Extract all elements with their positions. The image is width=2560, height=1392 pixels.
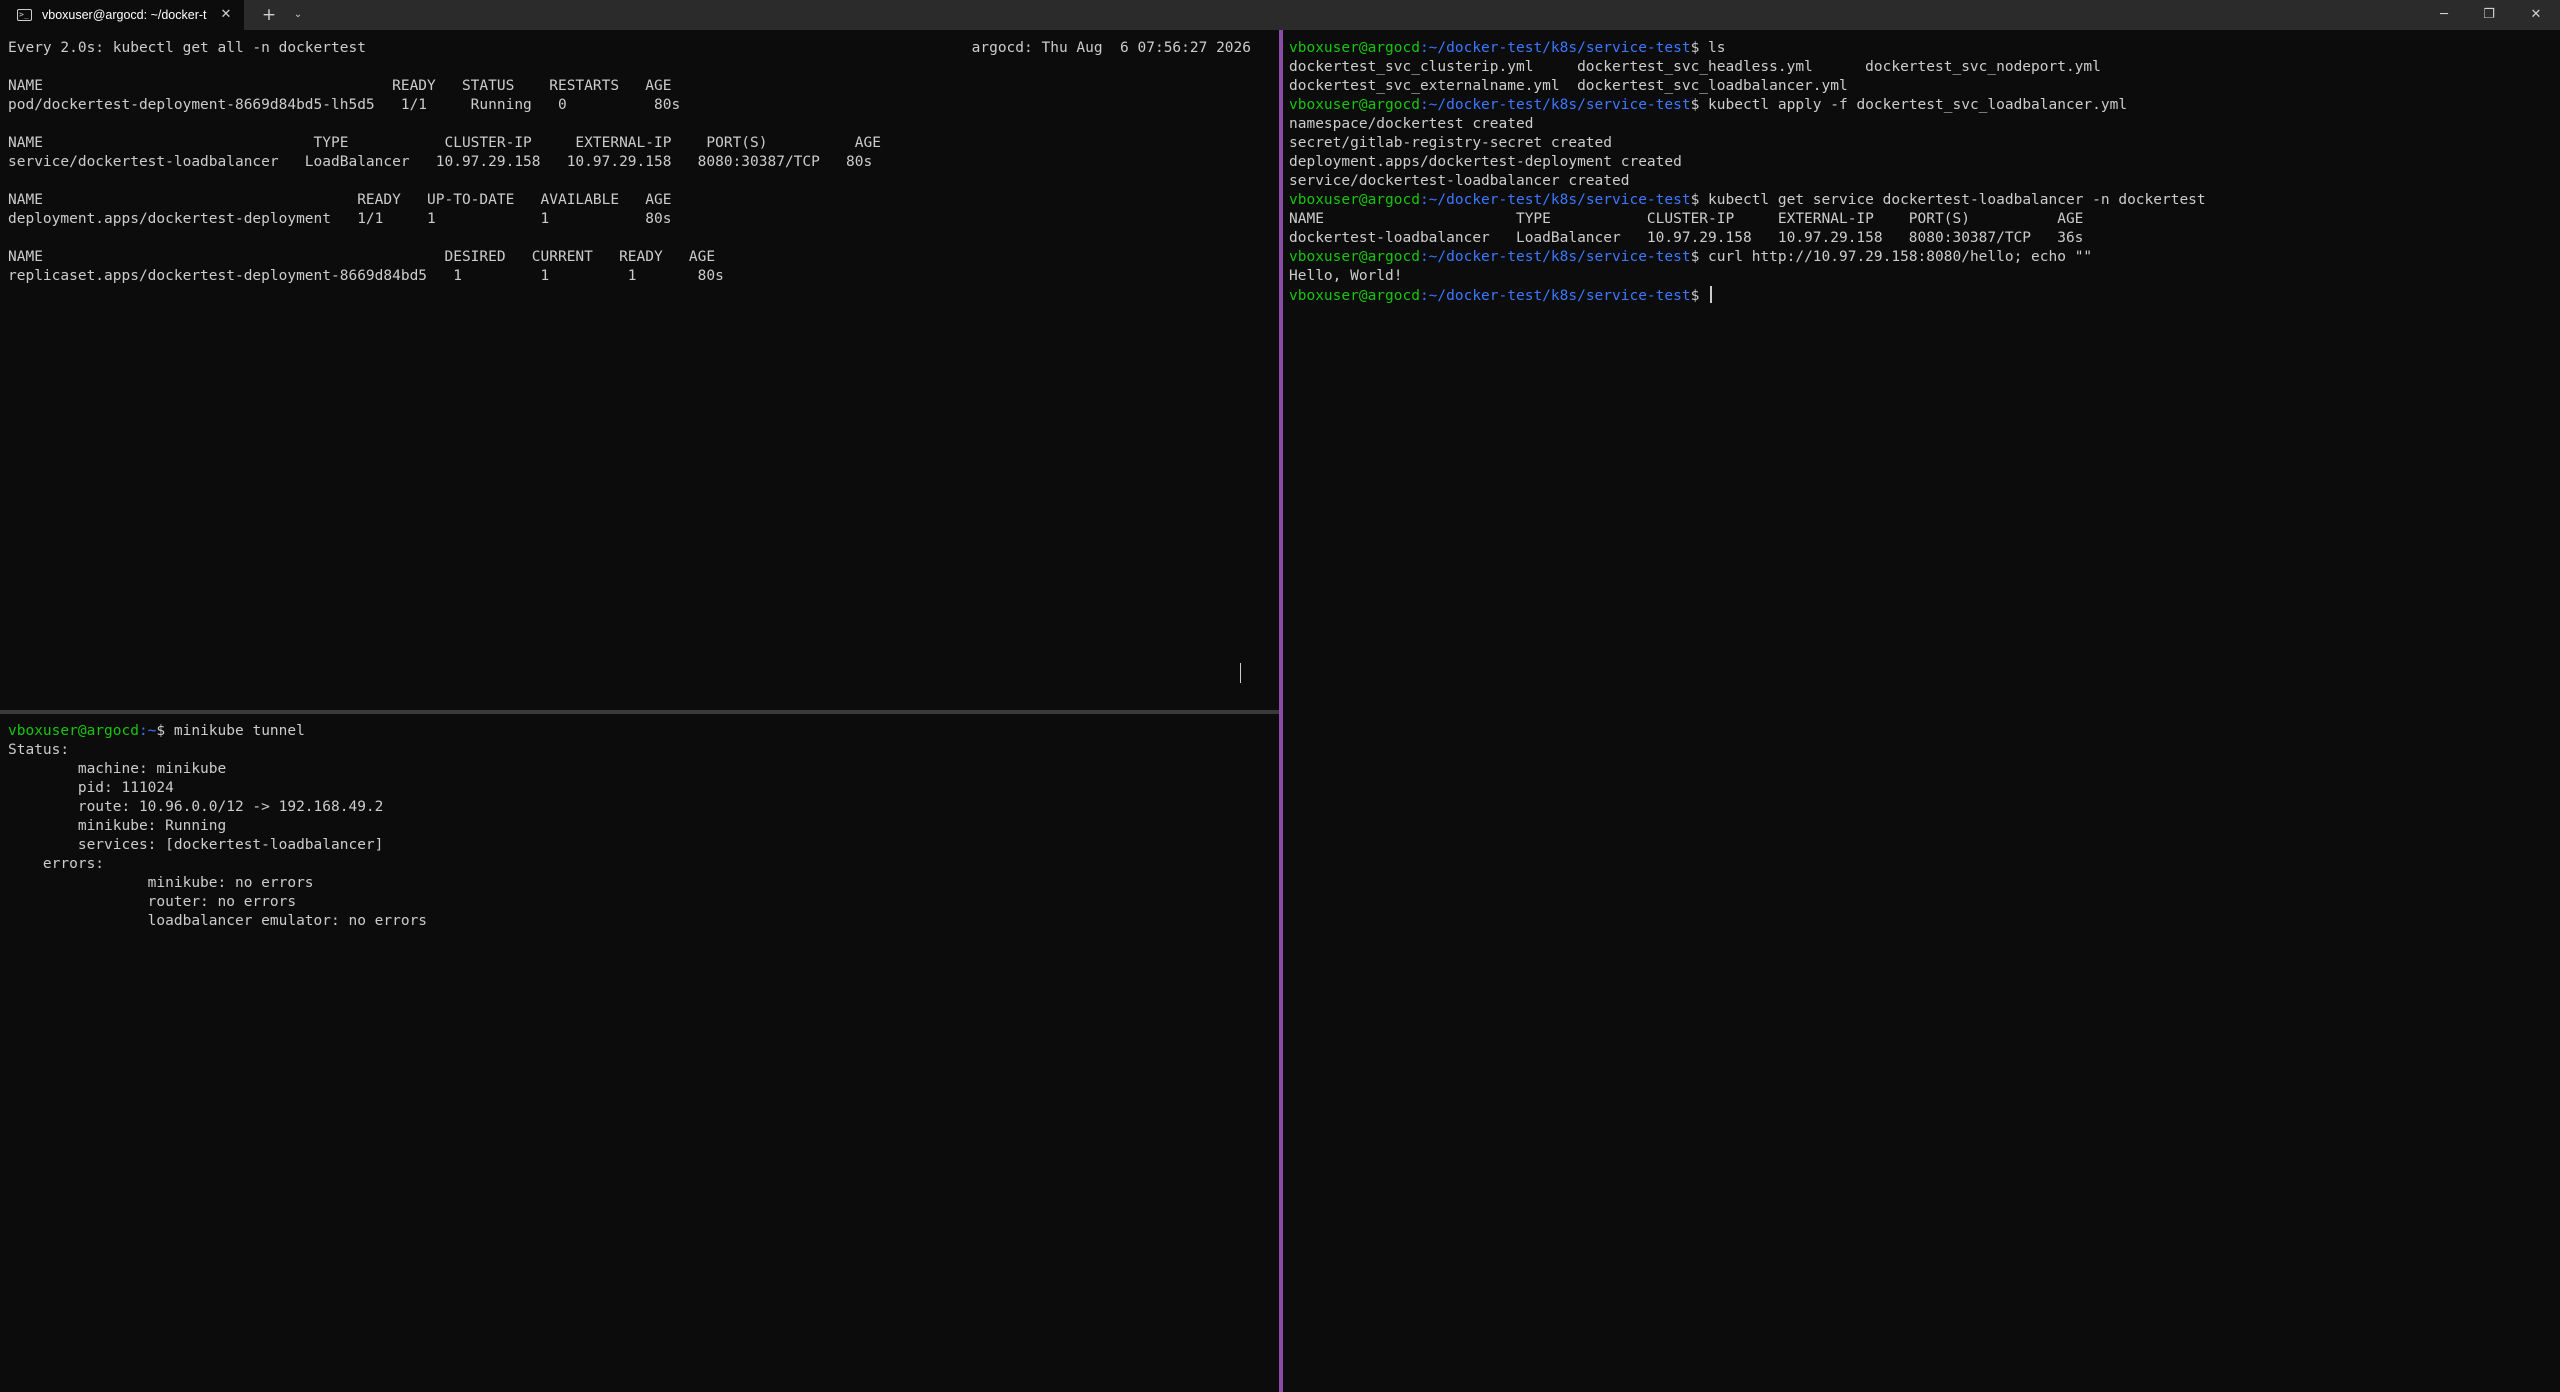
command-text: kubectl apply -f dockertest_svc_loadbala… (1708, 97, 2128, 113)
tunnel-line: route: 10.96.0.0/12 -> 192.168.49.2 (8, 799, 384, 815)
watch-line: NAME READY STATUS RESTARTS AGE (8, 78, 672, 94)
prompt-line: vboxuser@argocd:~/docker-test/k8s/servic… (1289, 248, 2092, 267)
close-window-button[interactable]: ✕ (2514, 0, 2558, 30)
command-text: minikube tunnel (173, 723, 305, 739)
watch-clock: argocd: Thu Aug 6 07:56:27 2026 (971, 40, 1251, 56)
tunnel-pane[interactable]: vboxuser@argocd:~$ minikube tunnel Statu… (0, 714, 1279, 1392)
output-line: dockertest_svc_clusterip.yml dockertest_… (1289, 59, 2101, 75)
tunnel-line: machine: minikube (8, 761, 227, 777)
output-line: secret/gitlab-registry-secret created (1289, 135, 1613, 151)
watch-line: pod/dockertest-deployment-8669d84bd5-lh5… (8, 97, 681, 113)
tunnel-line: errors: (8, 856, 105, 872)
prompt-line: vboxuser@argocd:~/docker-test/k8s/servic… (1289, 39, 1726, 58)
tunnel-line: loadbalancer emulator: no errors (8, 913, 428, 929)
output-line: dockertest_svc_externalname.yml dockerte… (1289, 78, 1848, 94)
restore-button[interactable]: ❐ (2467, 0, 2511, 30)
prompt-symbol: $ (1690, 249, 1709, 265)
watch-pane[interactable]: Every 2.0s: kubectl get all -n dockertes… (0, 30, 1279, 710)
close-tab-icon[interactable]: ✕ (216, 0, 236, 30)
terminal-icon: >_ (17, 9, 32, 21)
tab-terminal[interactable]: >_ vboxuser@argocd: ~/docker-t ✕ (0, 0, 244, 30)
tunnel-line: pid: 111024 (8, 780, 174, 796)
tunnel-line: minikube: no errors (8, 875, 314, 891)
command-text: curl http://10.97.29.158:8080/hello; ech… (1708, 249, 2093, 265)
watch-line: service/dockertest-loadbalancer LoadBala… (8, 154, 873, 170)
new-tab-button[interactable]: + (258, 0, 280, 30)
prompt-path: :~/docker-test/k8s/service-test (1419, 249, 1691, 265)
tunnel-line: minikube: Running (8, 818, 227, 834)
tunnel-line: services: [dockertest-loadbalancer] (8, 837, 384, 853)
prompt-user: vboxuser@argocd (1289, 288, 1420, 304)
output-line: NAME TYPE CLUSTER-IP EXTERNAL-IP PORT(S)… (1289, 211, 2084, 227)
prompt-symbol: $ (1690, 288, 1709, 304)
prompt-path: :~/docker-test/k8s/service-test (1419, 40, 1691, 56)
watch-line: NAME READY UP-TO-DATE AVAILABLE AGE (8, 192, 672, 208)
prompt-user: vboxuser@argocd (1289, 97, 1420, 113)
command-text: kubectl get service dockertest-loadbalan… (1708, 192, 2206, 208)
watch-line: NAME DESIRED CURRENT READY AGE (8, 249, 716, 265)
tunnel-line: Status: (8, 742, 70, 758)
prompt-user: vboxuser@argocd (1289, 40, 1420, 56)
prompt-line-current[interactable]: vboxuser@argocd:~/docker-test/k8s/servic… (1289, 286, 1713, 305)
terminal-window: >_ vboxuser@argocd: ~/docker-t ✕ + ⌄ ─ ❐… (0, 0, 2560, 1392)
prompt-line: vboxuser@argocd:~/docker-test/k8s/servic… (1289, 191, 2206, 210)
prompt-path: :~ (138, 723, 157, 739)
output-line: Hello, World! (1289, 268, 1403, 284)
output-line: service/dockertest-loadbalancer created (1289, 173, 1630, 189)
prompt-path: :~/docker-test/k8s/service-test (1419, 192, 1691, 208)
prompt-line: vboxuser@argocd:~/docker-test/k8s/servic… (1289, 96, 2127, 115)
prompt-symbol: $ (1690, 40, 1709, 56)
shell-pane[interactable]: vboxuser@argocd:~/docker-test/k8s/servic… (1283, 30, 2560, 1392)
prompt-symbol: $ (1690, 97, 1709, 113)
output-line: namespace/dockertest created (1289, 116, 1534, 132)
watch-line: NAME TYPE CLUSTER-IP EXTERNAL-IP PORT(S)… (8, 135, 881, 151)
prompt-user: vboxuser@argocd (1289, 192, 1420, 208)
watch-line: deployment.apps/dockertest-deployment 1/… (8, 211, 672, 227)
prompt-path: :~/docker-test/k8s/service-test (1419, 288, 1691, 304)
text-cursor (1710, 286, 1713, 303)
tab-title: vboxuser@argocd: ~/docker-t (42, 8, 207, 22)
prompt-user: vboxuser@argocd (1289, 249, 1420, 265)
watch-line: replicaset.apps/dockertest-deployment-86… (8, 268, 724, 284)
tunnel-line: router: no errors (8, 894, 297, 910)
chevron-down-icon[interactable]: ⌄ (287, 0, 309, 30)
minimize-button[interactable]: ─ (2422, 0, 2466, 30)
prompt-line: vboxuser@argocd:~$ minikube tunnel (8, 722, 305, 741)
title-bar: >_ vboxuser@argocd: ~/docker-t ✕ + ⌄ ─ ❐… (0, 0, 2560, 30)
output-line: dockertest-loadbalancer LoadBalancer 10.… (1289, 230, 2084, 246)
prompt-path: :~/docker-test/k8s/service-test (1419, 97, 1691, 113)
output-line: deployment.apps/dockertest-deployment cr… (1289, 154, 1682, 170)
prompt-symbol: $ (1690, 192, 1709, 208)
text-caret (1240, 663, 1241, 683)
command-text: ls (1708, 40, 1726, 56)
prompt-symbol: $ (156, 723, 174, 739)
watch-header: Every 2.0s: kubectl get all -n dockertes… (8, 40, 366, 56)
prompt-user: vboxuser@argocd (8, 723, 139, 739)
